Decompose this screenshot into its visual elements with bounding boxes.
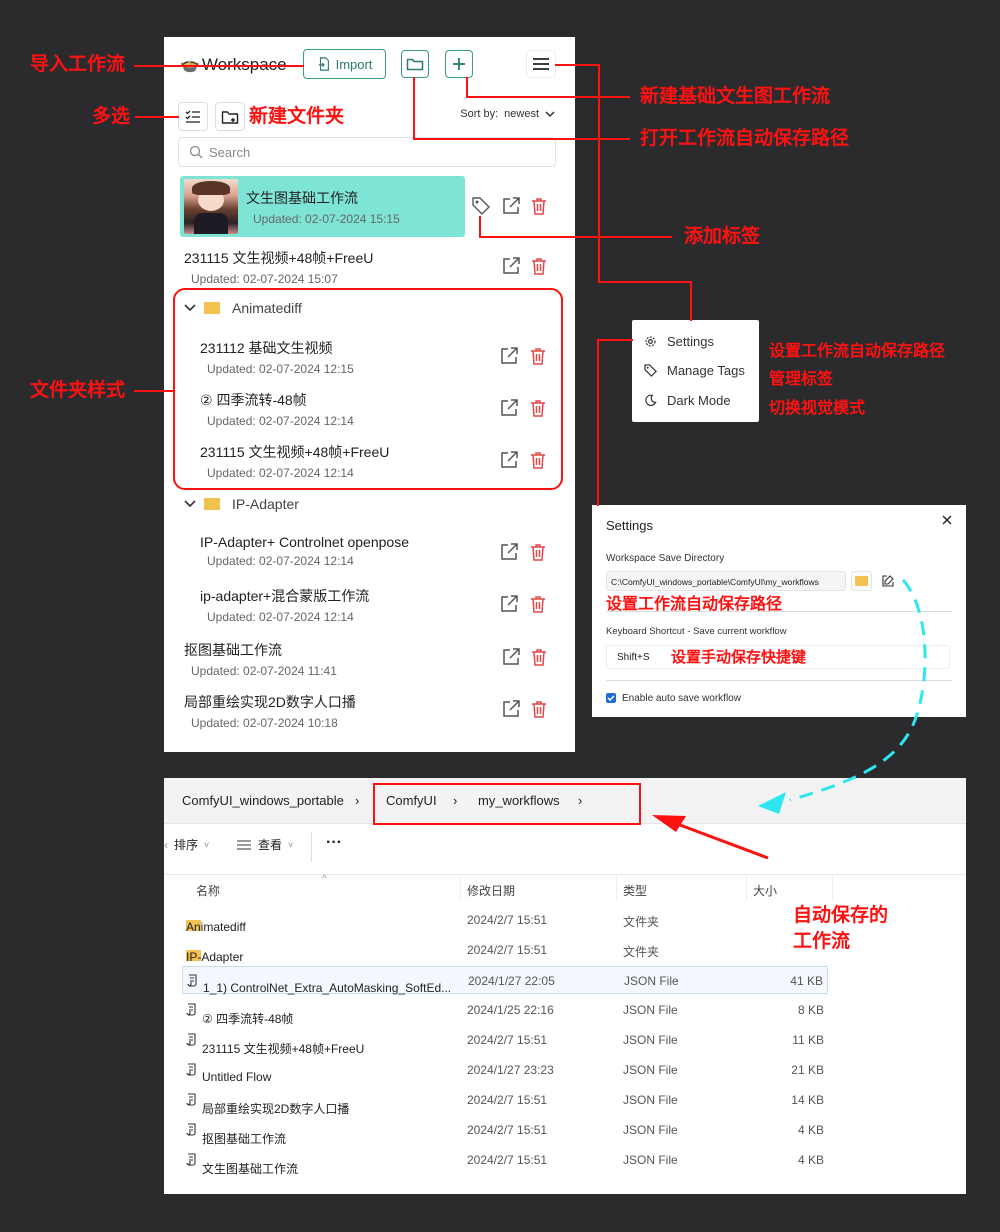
annotation-arrows <box>652 578 927 860</box>
